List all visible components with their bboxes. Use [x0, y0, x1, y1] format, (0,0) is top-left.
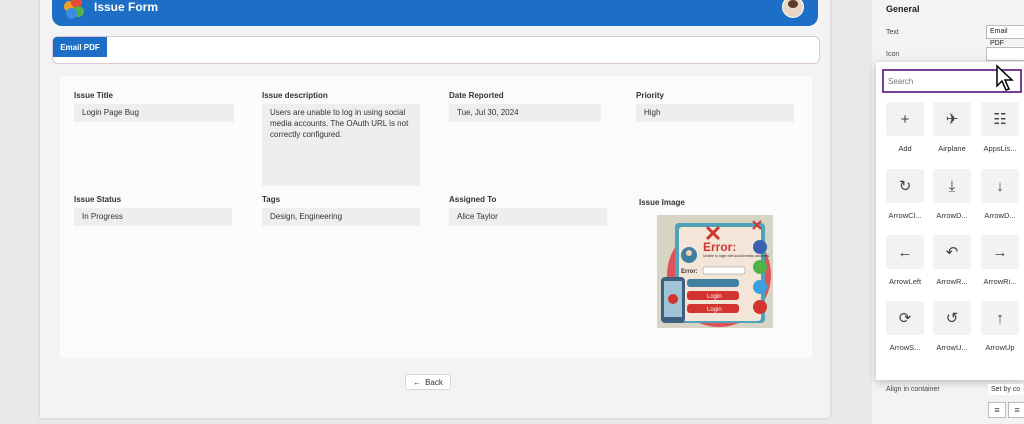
- issue-status-field[interactable]: In Progress: [74, 208, 232, 226]
- text-property-label: Text: [886, 29, 899, 36]
- issue-title-label: Issue Title: [74, 91, 113, 100]
- icon-label: ArrowD...: [936, 211, 968, 220]
- icon-property-input[interactable]: [986, 47, 1024, 61]
- arrow-up-icon[interactable]: ↑: [981, 301, 1019, 335]
- priority-label: Priority: [636, 91, 665, 100]
- issue-title-field[interactable]: Login Page Bug: [74, 104, 234, 122]
- page-title: Issue Form: [94, 0, 159, 14]
- avatar[interactable]: [782, 0, 804, 18]
- tags-label: Tags: [262, 195, 281, 204]
- arrow-left-icon: ←: [413, 377, 422, 387]
- assigned-to-label: Assigned To: [449, 195, 497, 204]
- toolbar: Email PDF: [52, 36, 820, 64]
- issue-description-field[interactable]: Users are unable to log in using social …: [262, 104, 420, 186]
- icon-label: Add: [898, 144, 912, 153]
- login-label-1: Login: [707, 294, 722, 300]
- icon-label: Airplane: [938, 144, 966, 153]
- icon-label: ArrowUp: [985, 343, 1015, 352]
- text-property-input[interactable]: Email PDF: [986, 25, 1024, 47]
- app-logo-icon: [64, 0, 86, 19]
- icon-property-label: Icon: [886, 51, 900, 58]
- app-header: Issue Form: [52, 0, 818, 26]
- arrow-left-icon[interactable]: ←: [886, 235, 924, 269]
- plus-icon[interactable]: +: [886, 102, 924, 136]
- date-reported-field[interactable]: Tue, Jul 30, 2024: [449, 104, 601, 122]
- error-illustration-icon: Error: Unable to login with social media…: [661, 220, 771, 327]
- icon-label: ArrowCl...: [888, 211, 922, 220]
- general-heading: General: [886, 4, 920, 14]
- align-in-container-label: Align in container: [886, 386, 940, 393]
- arrow-download-icon[interactable]: ⤓: [933, 169, 971, 203]
- issue-image: Error: Unable to login with social media…: [657, 215, 773, 328]
- issue-image-label: Issue Image: [639, 198, 685, 207]
- assigned-to-field[interactable]: Alice Taylor: [449, 208, 607, 226]
- arrow-reset-icon[interactable]: ↶: [933, 235, 971, 269]
- align-left-icon[interactable]: ≡: [988, 402, 1006, 418]
- date-reported-label: Date Reported: [449, 91, 504, 100]
- back-button[interactable]: ← Back: [405, 374, 451, 390]
- error-word: Error:: [703, 240, 736, 254]
- arrow-sync-icon[interactable]: ⟳: [886, 301, 924, 335]
- error-text: Unable to login with social media accoun…: [703, 254, 769, 258]
- icon-label: ArrowU...: [936, 343, 968, 352]
- set-by-container-select[interactable]: Set by co: [988, 384, 1024, 395]
- issue-description-label: Issue description: [262, 91, 328, 100]
- icon-label: ArrowRi...: [983, 277, 1017, 286]
- arrow-clockwise-icon[interactable]: ↻: [886, 169, 924, 203]
- arrow-undo-icon[interactable]: ↺: [933, 301, 971, 335]
- mouse-cursor-icon: [996, 64, 1014, 91]
- apps-list-icon[interactable]: ☷: [981, 102, 1019, 136]
- icon-label: ArrowS...: [889, 343, 921, 352]
- icon-label: AppsLis...: [983, 144, 1017, 153]
- icon-picker: + Add ✈ Airplane ☷ AppsLis... ↻ ArrowCl... ⤓ Arro…: [876, 62, 1024, 380]
- email-pdf-button[interactable]: Email PDF: [53, 37, 107, 57]
- airplane-icon[interactable]: ✈: [933, 102, 971, 136]
- arrow-right-icon[interactable]: →: [981, 235, 1019, 269]
- back-button-label: Back: [425, 377, 443, 387]
- icon-label: ArrowR...: [936, 277, 968, 286]
- error-field-label: Error:: [681, 269, 698, 275]
- tags-field[interactable]: Design, Engineering: [262, 208, 420, 226]
- issue-status-label: Issue Status: [74, 195, 122, 204]
- priority-field[interactable]: High: [636, 104, 794, 122]
- icon-label: ArrowLeft: [888, 277, 922, 286]
- icon-label: ArrowD...: [984, 211, 1016, 220]
- arrow-down-icon[interactable]: ↓: [981, 169, 1019, 203]
- login-label-2: Login: [707, 307, 722, 313]
- align-center-icon[interactable]: ≡: [1008, 402, 1024, 418]
